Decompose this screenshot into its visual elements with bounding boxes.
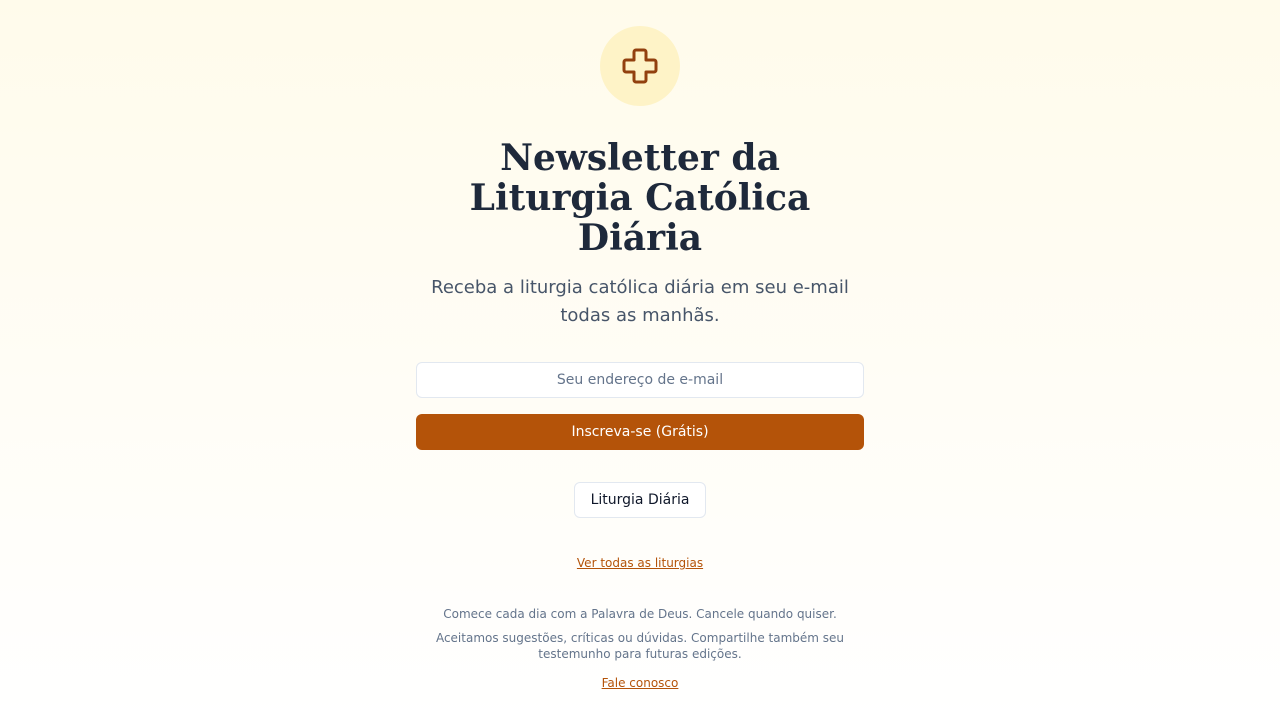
contact-link[interactable]: Fale conosco bbox=[440, 675, 840, 691]
email-input[interactable] bbox=[416, 362, 864, 398]
all-liturgies-link[interactable]: Ver todas as liturgias bbox=[440, 555, 840, 571]
subscribe-button[interactable]: Inscreva-se (Grátis) bbox=[416, 414, 864, 450]
logo-badge bbox=[600, 26, 680, 106]
page-title: Newsletter da Liturgia Católica Diária bbox=[469, 137, 811, 259]
newsletter-page: Newsletter da Liturgia Católica Diária R… bbox=[0, 0, 1280, 720]
liturgia-diaria-button[interactable]: Liturgia Diária bbox=[574, 482, 706, 518]
page-subtitle: Receba a liturgia católica diária em seu… bbox=[431, 277, 849, 326]
footer-feedback: Aceitamos sugestões, críticas ou dúvidas… bbox=[435, 631, 845, 661]
cross-icon bbox=[622, 48, 658, 84]
footer-tagline: Comece cada dia com a Palavra de Deus. C… bbox=[443, 607, 837, 621]
